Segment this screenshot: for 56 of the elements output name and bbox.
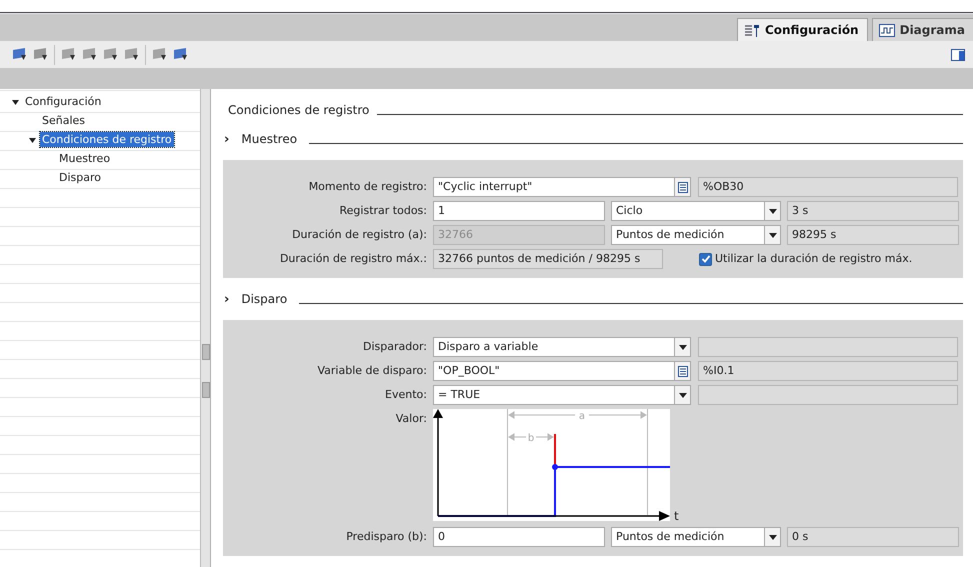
- dropdown[interactable]: Puntos de medición: [611, 225, 781, 245]
- field-label: Registrar todos:: [338, 203, 427, 219]
- dropdown[interactable]: Disparo a variable: [433, 337, 691, 357]
- input-field[interactable]: 0: [433, 527, 605, 547]
- section-title: Disparo: [241, 292, 288, 306]
- tree-item[interactable]: Muestreo: [57, 151, 112, 166]
- dropdown-arrow-icon[interactable]: [678, 344, 686, 350]
- readonly-field: %I0.1: [698, 361, 958, 381]
- readonly-field: %OB30: [698, 177, 958, 197]
- expand-arrow-icon[interactable]: [12, 98, 19, 104]
- list-icon[interactable]: [678, 366, 688, 376]
- variable-field[interactable]: "OP_BOOL": [433, 361, 691, 381]
- tab[interactable]: Diagrama: [872, 18, 973, 41]
- expand-arrow-icon[interactable]: [29, 136, 36, 142]
- field-label: Predisparo (b):: [345, 529, 427, 545]
- chart-icon: [878, 22, 895, 38]
- expand-chevron[interactable]: ›: [224, 132, 230, 146]
- section-title: Muestreo: [241, 132, 298, 146]
- readonly-field: 3 s: [787, 201, 959, 221]
- tree-item[interactable]: Disparo: [57, 170, 103, 185]
- tree-item[interactable]: Condiciones de registro: [40, 132, 174, 147]
- field-label: Duración de registro máx.:: [278, 251, 427, 267]
- field-label: Evento:: [384, 387, 427, 403]
- field-label: Momento de registro:: [308, 179, 427, 195]
- dropdown-arrow-icon[interactable]: [768, 534, 776, 540]
- axis-label: t: [674, 509, 679, 523]
- dropdown[interactable]: = TRUE: [433, 385, 691, 405]
- readonly-field: 0 s: [787, 527, 959, 547]
- splitter-handle[interactable]: [202, 344, 210, 360]
- splitter-handle[interactable]: [202, 382, 210, 398]
- checkbox-label: Utilizar la duración de registro máx.: [715, 251, 912, 267]
- variable-field[interactable]: "Cyclic interrupt": [433, 177, 691, 197]
- checkbox[interactable]: [699, 252, 712, 266]
- list-icon[interactable]: [678, 182, 688, 192]
- dropdown[interactable]: Puntos de medición: [611, 527, 781, 547]
- trigger-point: [552, 464, 558, 470]
- tree-item[interactable]: Configuración: [23, 94, 104, 109]
- dropdown[interactable]: Ciclo: [611, 201, 781, 221]
- tab[interactable]: Configuración: [736, 18, 868, 41]
- field-label: Valor:: [394, 411, 427, 427]
- dropdown-arrow-icon[interactable]: [768, 208, 776, 214]
- field-label: Disparador:: [362, 339, 427, 355]
- layout-icon[interactable]: [951, 48, 965, 62]
- field-label: Variable de disparo:: [316, 363, 427, 379]
- readonly-field: 32766 puntos de medición / 98295 s: [433, 249, 663, 269]
- expand-chevron[interactable]: ›: [224, 292, 230, 306]
- dropdown-arrow-icon[interactable]: [678, 392, 686, 398]
- readonly-field: 98295 s: [787, 225, 959, 245]
- input-field[interactable]: 1: [433, 201, 605, 221]
- dropdown-arrow-icon[interactable]: [768, 232, 776, 238]
- page-title: Condiciones de registro: [228, 103, 370, 117]
- dimension-label: a: [578, 411, 586, 422]
- trigger-line: [554, 434, 556, 467]
- dimension-label: b: [528, 433, 534, 444]
- tree-item[interactable]: Señales: [40, 113, 88, 128]
- field-label: Duración de registro (a):: [291, 227, 427, 243]
